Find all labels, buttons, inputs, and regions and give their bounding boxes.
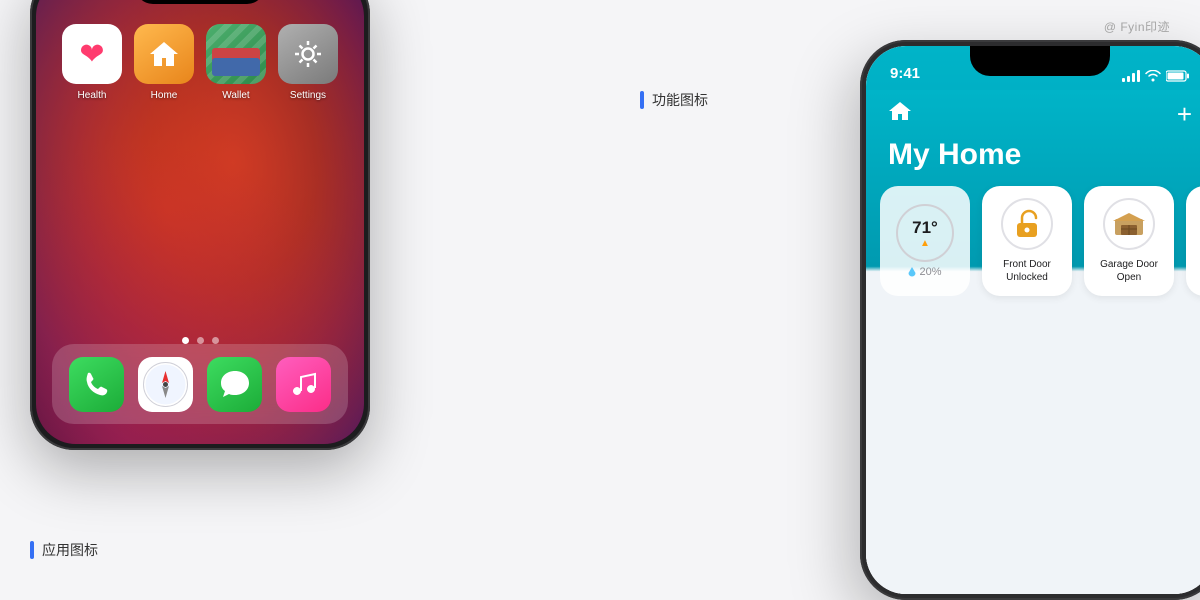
front-door-label: Front Door Unlocked — [982, 258, 1072, 284]
settings-label: Settings — [290, 90, 326, 101]
humidity-value: 20% — [919, 266, 941, 278]
safari-icon-svg — [138, 357, 193, 412]
wallet-icon-bg — [206, 24, 266, 84]
wallpaper: ❤ Health Home — [36, 0, 364, 444]
label-accent-right — [640, 91, 644, 109]
status-time: 9:41 — [890, 65, 920, 82]
label-accent-left — [30, 541, 34, 559]
lock-unlocked-icon — [1013, 209, 1041, 239]
smart-home-screen: 9:41 — [866, 46, 1200, 594]
function-icon-label: 功能图标 — [640, 90, 708, 110]
garage-door-label: Garage Door Open — [1084, 258, 1174, 284]
home-icon-bg — [134, 24, 194, 84]
garage-icon-circle — [1103, 198, 1155, 250]
lights-card[interactable]: 3 Lights On — [1186, 186, 1200, 296]
function-icon-label-text: 功能图标 — [652, 90, 708, 110]
gear-icon — [291, 37, 325, 71]
dot-3 — [212, 337, 219, 344]
health-label: Health — [78, 90, 107, 101]
app-icon-label: 应用图标 — [30, 540, 98, 560]
dot-1 — [182, 337, 189, 344]
home-nav-icon[interactable] — [888, 100, 912, 127]
wallet-card1 — [212, 58, 260, 76]
phone-icon-svg — [82, 369, 112, 399]
wifi-icon — [1145, 70, 1161, 82]
home-label: Home — [151, 90, 178, 101]
dock-app-music[interactable] — [276, 357, 331, 412]
signal-icon — [1122, 70, 1140, 82]
dock-app-messages[interactable] — [207, 357, 262, 412]
dot-2 — [197, 337, 204, 344]
water-drop-icon — [908, 267, 916, 278]
app-settings[interactable]: Settings — [278, 24, 338, 101]
dock-app-safari[interactable] — [138, 357, 193, 412]
iphone-left-frame: ❤ Health Home — [30, 0, 370, 450]
iphone-left-screen: ❤ Health Home — [36, 0, 364, 444]
garage-door-card[interactable]: Garage Door Open — [1084, 186, 1174, 296]
app-wallet[interactable]: Wallet — [206, 24, 266, 101]
notch-left — [135, 0, 265, 4]
right-section: 功能图标 9:41 — [580, 0, 1200, 600]
page-dots — [36, 337, 364, 344]
heart-icon: ❤ — [79, 37, 104, 72]
left-section: ❤ Health Home — [0, 0, 580, 600]
front-door-card[interactable]: Front Door Unlocked — [982, 186, 1072, 296]
temperature-card[interactable]: 71° ▲ 20% — [880, 186, 970, 296]
app-grid-top: ❤ Health Home — [36, 24, 364, 101]
temp-arrow: ▲ — [912, 238, 938, 249]
music-icon-svg — [289, 369, 319, 399]
messages-icon-svg — [219, 369, 251, 399]
garage-icon — [1113, 211, 1145, 237]
add-device-button[interactable]: + — [1177, 101, 1192, 127]
temp-value: 71° — [912, 218, 938, 238]
front-door-icon-circle — [1001, 198, 1053, 250]
battery-icon — [1166, 70, 1190, 82]
status-icons — [1122, 70, 1190, 82]
iphone-right-screen: 9:41 — [866, 46, 1200, 594]
health-icon-bg: ❤ — [62, 24, 122, 84]
home-title: My Home — [888, 138, 1021, 171]
iphone-right-frame: 9:41 — [860, 40, 1200, 600]
settings-icon-bg — [278, 24, 338, 84]
notch-right — [970, 46, 1110, 76]
app-icon-label-text: 应用图标 — [42, 540, 98, 560]
humidity-info: 20% — [908, 266, 941, 278]
app-home[interactable]: Home — [134, 24, 194, 101]
dock-app-phone[interactable] — [69, 357, 124, 412]
home-icon-svg — [146, 36, 182, 72]
home-button-icon — [888, 100, 912, 122]
dock — [52, 344, 348, 424]
temp-circle: 71° ▲ — [896, 204, 954, 262]
wallet-label: Wallet — [222, 90, 249, 101]
app-health[interactable]: ❤ Health — [62, 24, 122, 101]
